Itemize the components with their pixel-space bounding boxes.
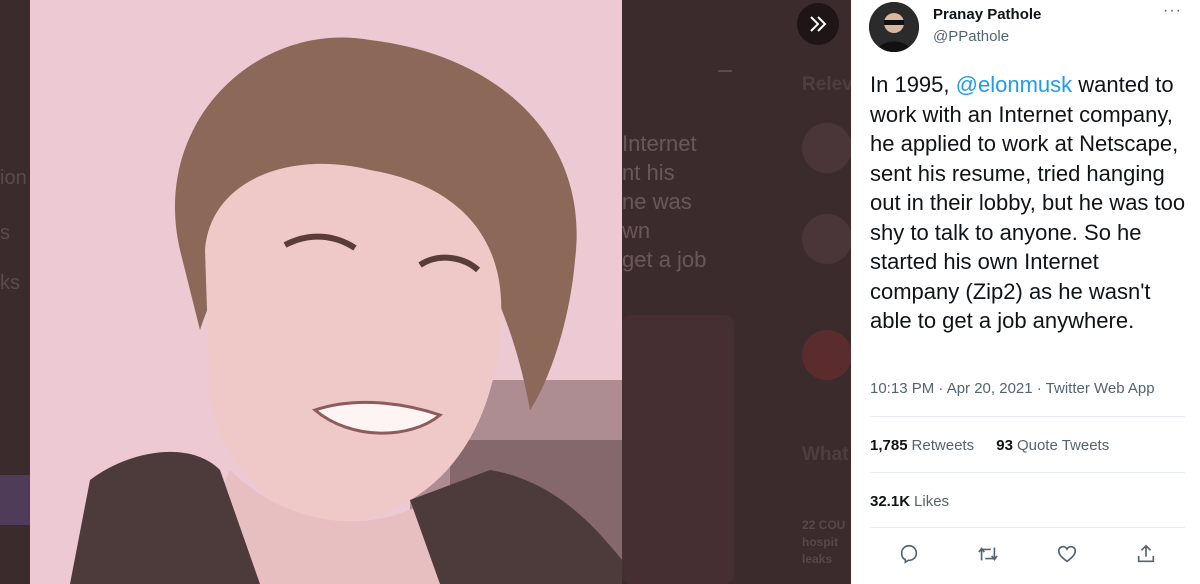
timestamp[interactable]: 10:13 PM · Apr 20, 2021 · [870, 380, 1046, 397]
quote-tweets-stat[interactable]: 93 Quote Tweets [996, 437, 1109, 454]
bg-avatar [802, 214, 852, 264]
bg-sidebar-title: Relev [802, 74, 853, 95]
expand-panel-button[interactable] [797, 3, 839, 45]
bg-tweet-line: ne was [622, 189, 692, 214]
tweet-meta: 10:13 PM · Apr 20, 2021 · Twitter Web Ap… [870, 380, 1155, 397]
reply-button[interactable] [891, 538, 927, 570]
tweet-text: In 1995, @elonmusk wanted to work with a… [870, 70, 1188, 336]
tweet-text-rest: wanted to work with an Internet company,… [870, 72, 1186, 333]
quote-count: 93 [996, 437, 1013, 454]
bg-trend-line: leaks [802, 552, 833, 566]
author-handle[interactable]: @PPathole [933, 28, 1009, 45]
mention-link[interactable]: @elonmusk [956, 72, 1073, 97]
bg-fragment: ks [0, 272, 20, 294]
share-button[interactable] [1128, 538, 1164, 570]
divider [870, 416, 1185, 417]
bg-sidebar-highlight [0, 475, 30, 525]
engagement-stats: 1,785 Retweets 93 Quote Tweets [870, 437, 1127, 454]
retweets-stat[interactable]: 1,785 Retweets [870, 437, 974, 454]
bg-fragment: ion [0, 167, 27, 189]
tweet-photo [30, 0, 622, 584]
reply-icon [901, 544, 918, 564]
bg-fragment: s [0, 222, 10, 244]
action-bar [870, 538, 1185, 570]
tweet-detail-panel: Pranay Pathole @PPathole ··· In 1995, @e… [851, 0, 1200, 584]
bg-media-card [622, 315, 734, 584]
tweet-text-start: In 1995, [870, 72, 956, 97]
retweet-icon [978, 547, 998, 561]
likes-stats: 32.1K Likes [870, 493, 967, 510]
retweets-count: 1,785 [870, 437, 908, 454]
likes-count: 32.1K [870, 493, 911, 510]
heart-icon [1057, 545, 1076, 563]
bg-tweet-line: wn [622, 218, 651, 243]
quote-label: Quote Tweets [1016, 437, 1110, 454]
share-icon [1137, 544, 1154, 563]
likes-label: Likes [914, 493, 950, 510]
avatar-image [869, 2, 919, 52]
double-chevron-right-icon [810, 16, 827, 32]
divider [870, 472, 1185, 473]
more-options-button[interactable]: ··· [1163, 2, 1182, 20]
source-app-link[interactable]: Twitter Web App [1046, 380, 1155, 397]
bg-trend-line: hospit [802, 535, 838, 549]
retweet-button[interactable] [970, 538, 1006, 570]
bg-dash [718, 70, 732, 72]
portrait-illustration [30, 0, 622, 584]
bg-tweet-line: nt his [622, 160, 675, 185]
bg-tweet-line: get a job [622, 247, 707, 272]
divider [870, 527, 1185, 528]
avatar[interactable] [869, 2, 919, 52]
bg-avatar [802, 330, 852, 380]
bg-avatar [802, 123, 852, 173]
like-button[interactable] [1049, 538, 1085, 570]
likes-stat[interactable]: 32.1K Likes [870, 493, 949, 510]
bg-tweet-line: Internet [622, 131, 697, 156]
retweets-label: Retweets [911, 437, 975, 454]
author-name[interactable]: Pranay Pathole [933, 6, 1041, 23]
bg-trend-line: 22 COU [802, 518, 846, 532]
bg-sidebar-title: What [802, 444, 849, 465]
